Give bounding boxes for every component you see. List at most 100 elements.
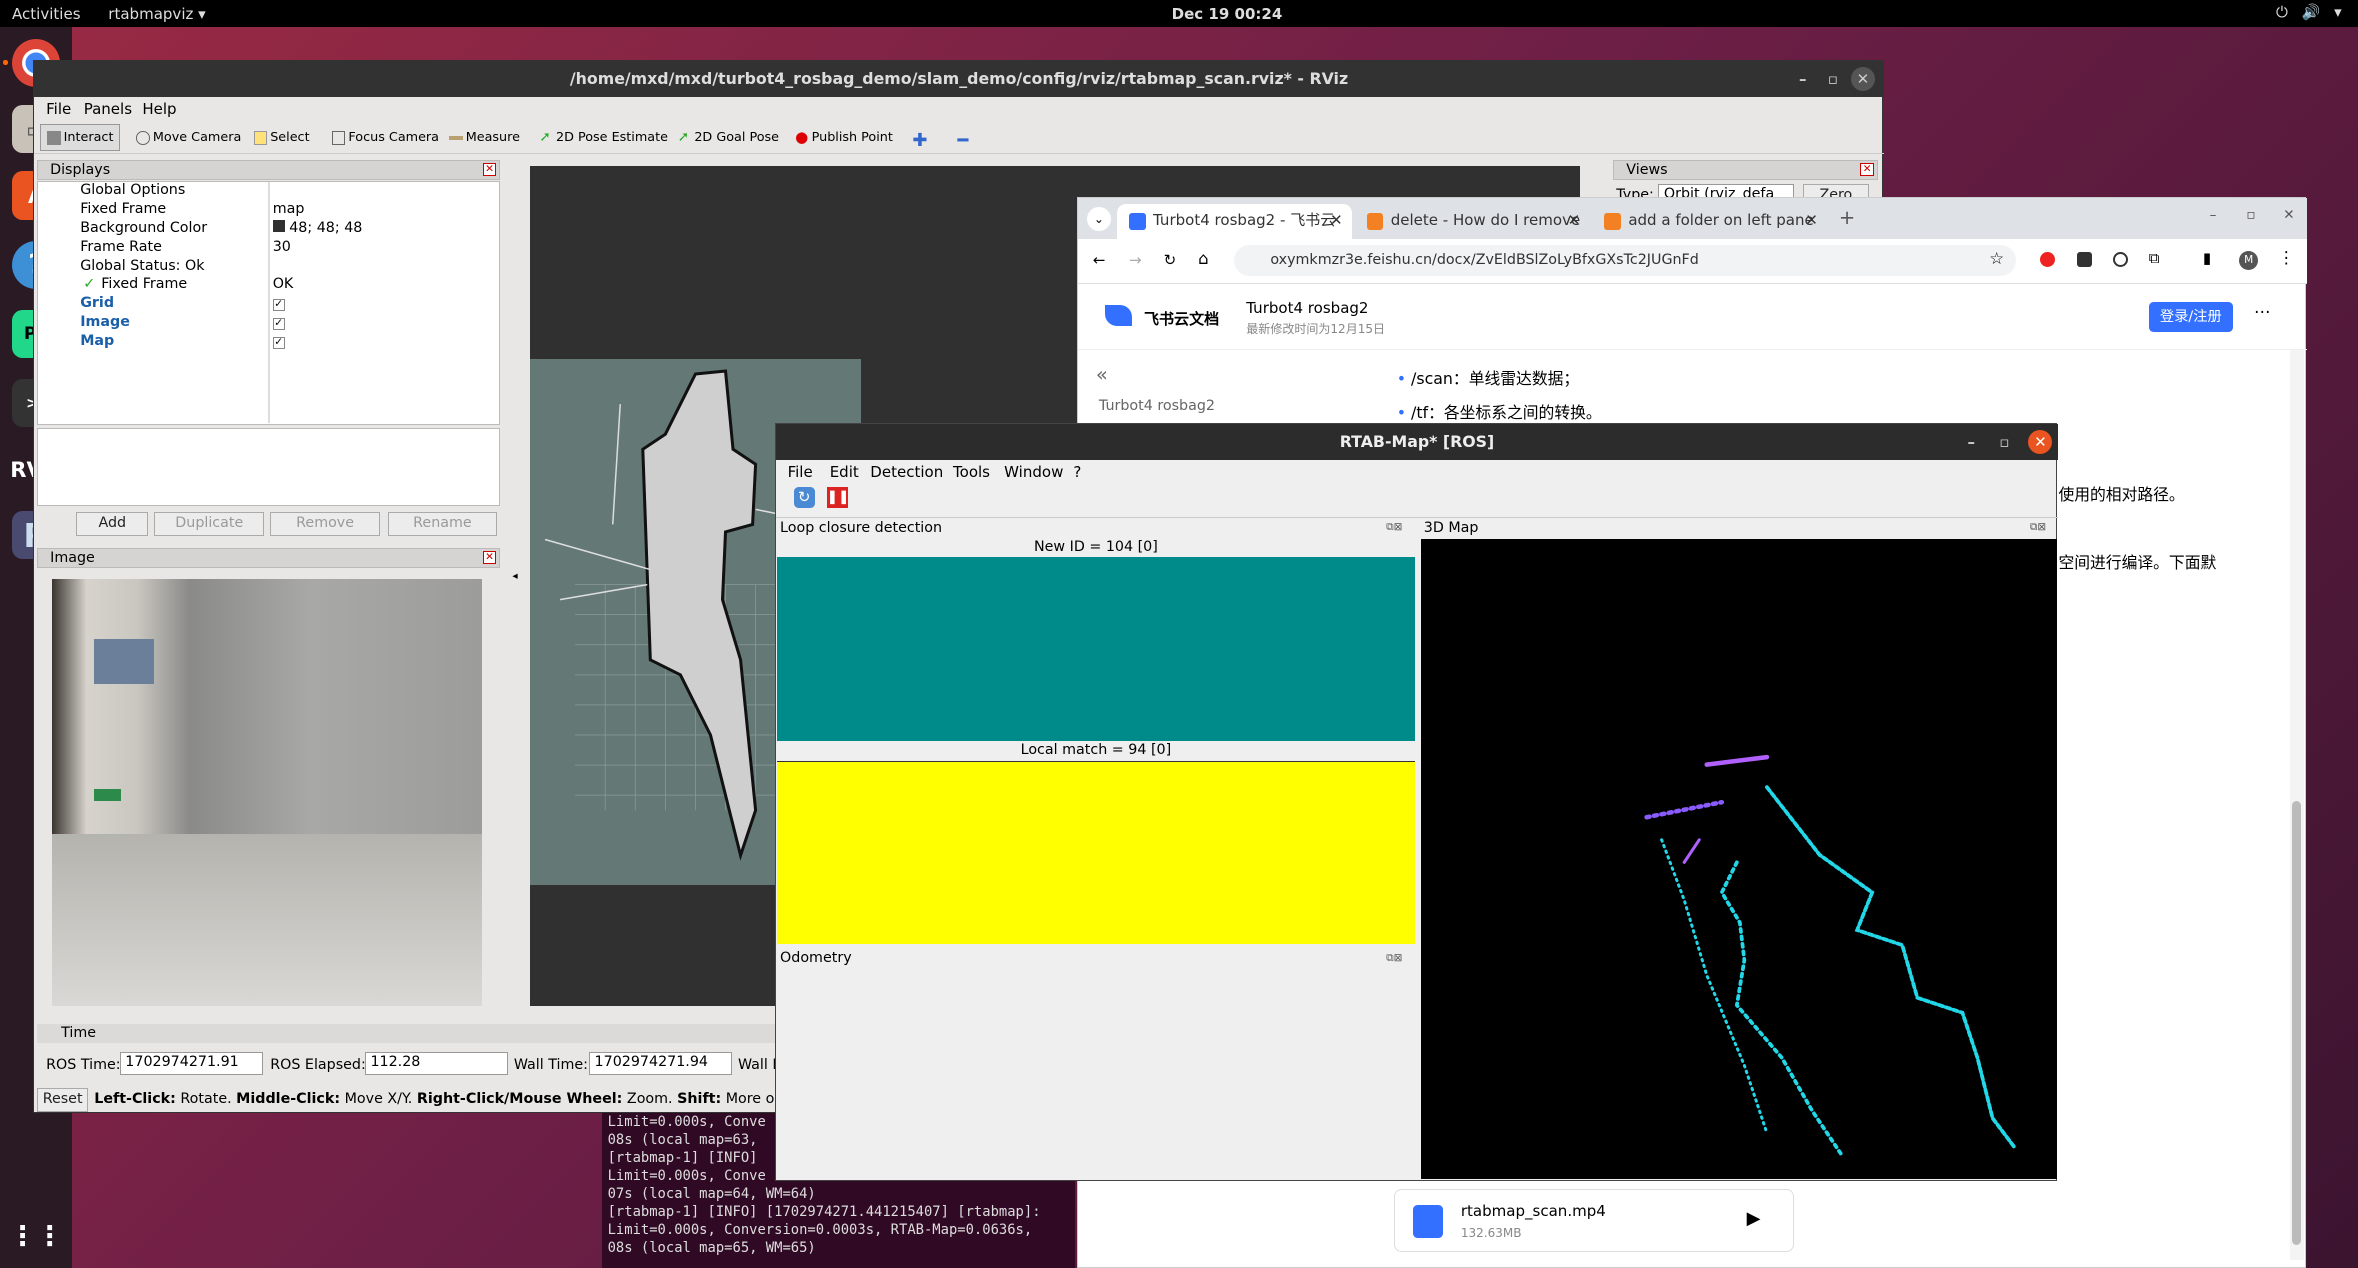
grid-checkbox[interactable]: ✓	[272, 299, 285, 312]
back-icon[interactable]: ←	[1093, 251, 1106, 269]
close-icon[interactable]: ✕	[2028, 429, 2053, 454]
remove-tool-icon[interactable]: ━	[958, 130, 969, 151]
tool-measure[interactable]: Measure	[449, 130, 520, 145]
point-cloud	[1644, 755, 2017, 1158]
tab-stackoverflow-1[interactable]: delete - How do I remove ✕	[1355, 204, 1590, 239]
tree-row-fixed-frame[interactable]: Fixed Frame map	[38, 201, 474, 220]
close-displays-icon[interactable]: ✕	[482, 162, 497, 177]
loop-closure-header: Loop closure detection	[780, 519, 943, 536]
menu-detection[interactable]: Detection	[870, 463, 943, 481]
ros-elapsed-field[interactable]: 112.28	[364, 1052, 508, 1075]
so-favicon	[1604, 213, 1621, 230]
menu-file[interactable]: File	[788, 463, 813, 481]
add-button[interactable]: Add	[76, 512, 149, 537]
clock[interactable]: Dec 19 00:24	[1172, 5, 1283, 23]
app-menu[interactable]: rtabmapviz ▾	[108, 5, 205, 23]
image-checkbox[interactable]: ✓	[272, 318, 285, 331]
tree-row-status-fixed-frame[interactable]: ✓ Fixed Frame OK	[38, 276, 474, 295]
wall-time-label: Wall Time:	[513, 1056, 588, 1073]
url-input[interactable]: oxymkmzr3e.feishu.cn/docx/ZvEldBSlZoLyBf…	[1234, 244, 2017, 277]
menu-window[interactable]: Window	[1004, 463, 1063, 481]
play-icon[interactable]: ▶	[1747, 1208, 1761, 1229]
menu-file[interactable]: File	[46, 100, 71, 118]
rtabmap-title-bar: RTAB-Map* [ROS] – ▫ ✕	[775, 423, 2059, 460]
login-button[interactable]: 登录/注册	[2148, 301, 2233, 332]
tree-row-grid[interactable]: Grid ✓	[38, 295, 474, 314]
close-tab-icon[interactable]: ✕	[1568, 204, 1581, 237]
maximize-icon[interactable]: ▫	[2246, 207, 2255, 223]
tool-select[interactable]: Select	[253, 130, 310, 145]
focus-icon	[331, 131, 346, 145]
map-checkbox[interactable]: ✓	[272, 337, 285, 349]
rviz-menubar: File Panels Help	[34, 97, 1884, 121]
tree-row-frame-rate[interactable]: Frame Rate 30	[38, 239, 474, 258]
pause-icon[interactable]: ❚❚	[826, 486, 849, 508]
remove-button[interactable]: Remove	[270, 512, 380, 537]
minimize-icon[interactable]: –	[1959, 430, 1983, 454]
puzzle-icon[interactable]: ⧉	[2149, 249, 2160, 268]
activities-button[interactable]: Activities	[12, 5, 81, 23]
collapse-sidebar-icon[interactable]: «	[1096, 363, 1108, 386]
sidebar-doc-title[interactable]: Turbot4 rosbag2	[1099, 398, 1215, 414]
minimize-icon[interactable]: –	[1791, 67, 1815, 91]
wall-time-field[interactable]: 1702974271.94	[589, 1052, 732, 1075]
dock-buttons-icon[interactable]: ⧉⊠	[1386, 521, 1402, 534]
reset-button[interactable]: Reset	[37, 1088, 89, 1113]
close-icon[interactable]: ✕	[2283, 207, 2294, 223]
forward-icon[interactable]: →	[1129, 251, 1142, 269]
profile-avatar[interactable]: M	[2238, 250, 2259, 271]
new-tab-icon[interactable]: +	[1839, 206, 1855, 229]
close-icon[interactable]: ✕	[1850, 67, 1875, 92]
maximize-icon[interactable]: ▫	[1821, 67, 1845, 91]
bookmark-star-icon[interactable]: ☆	[1989, 249, 2004, 268]
dock-buttons-icon[interactable]: ⧉⊠	[1386, 952, 1402, 965]
close-image-icon[interactable]: ✕	[482, 550, 497, 565]
ros-time-field[interactable]: 1702974271.91	[119, 1052, 263, 1075]
duplicate-button[interactable]: Duplicate	[154, 512, 265, 537]
reload-icon[interactable]: ↻	[1164, 251, 1177, 269]
scrollbar-thumb[interactable]	[2291, 801, 2301, 1245]
tree-row-image[interactable]: Image ✓	[38, 314, 474, 333]
close-tab-icon[interactable]: ✕	[1805, 204, 1818, 237]
menu-edit[interactable]: Edit	[830, 463, 859, 481]
sidepanel-icon[interactable]: ▮	[2203, 249, 2211, 267]
tool-2d-pose-estimate[interactable]: ➚ 2D Pose Estimate	[539, 130, 668, 145]
tool-2d-goal-pose[interactable]: ➚ 2D Goal Pose	[678, 130, 779, 145]
system-menu[interactable]: ⏻ 🔊 ▾	[2276, 3, 2346, 22]
rename-button[interactable]: Rename	[387, 512, 498, 537]
close-views-icon[interactable]: ✕	[1860, 162, 1874, 177]
extension-icon[interactable]	[2040, 252, 2056, 268]
app-grid-icon[interactable]: ⋮⋮	[9, 1212, 63, 1260]
tree-row-background-color[interactable]: Background Color 48; 48; 48	[38, 220, 474, 239]
rviz-title-bar: /home/mxd/mxd/turbot4_rosbag_demo/slam_d…	[34, 61, 1884, 98]
scrollbar[interactable]	[2290, 349, 2304, 1260]
map3d-view[interactable]	[1420, 539, 2057, 1179]
tool-interact[interactable]: Interact	[40, 124, 121, 152]
extension-icon[interactable]	[2112, 252, 2128, 268]
tab-search-icon[interactable]: ⌄	[1086, 207, 1111, 232]
tree-row-map[interactable]: Map ✓	[38, 333, 474, 352]
menu-panels[interactable]: Panels	[84, 100, 132, 118]
refresh-icon[interactable]: ↻	[793, 486, 815, 508]
tree-row-global-options[interactable]: Global Options	[38, 182, 474, 201]
more-icon[interactable]: ⋯	[2254, 302, 2271, 321]
menu-dots-icon[interactable]: ⋮	[2278, 248, 2295, 267]
maximize-icon[interactable]: ▫	[1992, 430, 2016, 454]
collapse-arrow-icon[interactable]: ◂	[512, 570, 517, 582]
tab-feishu[interactable]: Turbot4 rosbag2 - 飞书云 ✕	[1116, 204, 1352, 239]
tool-move-camera[interactable]: Move Camera	[136, 130, 241, 145]
extension-icon[interactable]	[2076, 252, 2092, 268]
add-tool-icon[interactable]: ✚	[912, 130, 927, 151]
tool-focus-camera[interactable]: Focus Camera	[331, 130, 439, 145]
menu-tools[interactable]: Tools	[953, 463, 990, 481]
minimize-icon[interactable]: –	[2210, 207, 2217, 223]
tree-row-global-status[interactable]: Global Status: Ok	[38, 258, 474, 277]
home-icon[interactable]: ⌂	[1198, 249, 1209, 268]
dock-buttons-icon[interactable]: ⧉⊠	[2030, 521, 2046, 534]
video-attachment[interactable]: rtabmap_scan.mp4 132.63MB ▶	[1393, 1189, 1794, 1253]
tab-stackoverflow-2[interactable]: add a folder on left pane ✕	[1592, 204, 1827, 239]
tool-publish-point[interactable]: ● Publish Point	[795, 130, 893, 146]
close-tab-icon[interactable]: ✕	[1330, 204, 1343, 237]
menu-help[interactable]: ?	[1073, 463, 1081, 481]
menu-help[interactable]: Help	[142, 100, 176, 118]
